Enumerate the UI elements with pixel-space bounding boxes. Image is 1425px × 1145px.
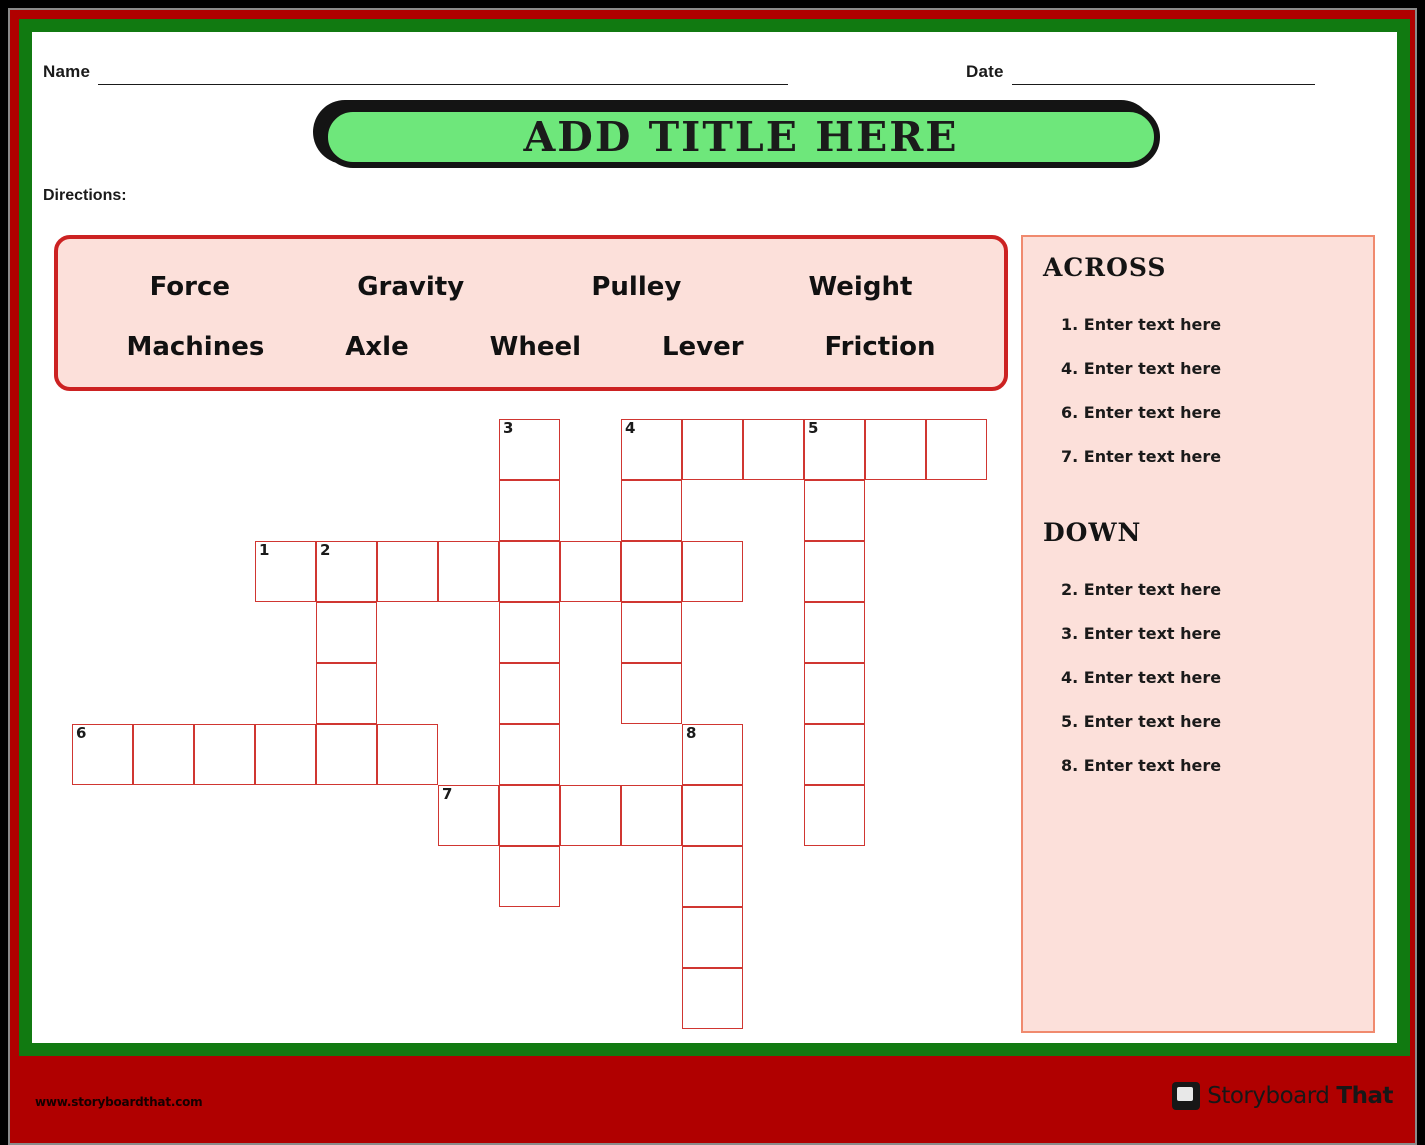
crossword-cell[interactable] bbox=[499, 541, 560, 602]
word-bank-word: Friction bbox=[824, 332, 936, 362]
name-label: Name bbox=[43, 62, 91, 81]
crossword-cell[interactable] bbox=[499, 602, 560, 663]
crossword-cell[interactable] bbox=[377, 541, 438, 602]
word-bank-word: Gravity bbox=[357, 272, 465, 302]
word-bank-word: Machines bbox=[126, 332, 265, 362]
crossword-cell[interactable] bbox=[621, 419, 682, 480]
crossword-cell[interactable] bbox=[621, 785, 682, 846]
clues-panel: ACROSS 1. Enter text here 4. Enter text … bbox=[1021, 235, 1375, 1033]
crossword-cell[interactable] bbox=[499, 419, 560, 480]
crossword-cell[interactable] bbox=[804, 663, 865, 724]
crossword-cell[interactable] bbox=[255, 541, 316, 602]
down-clue-2[interactable]: 2. Enter text here bbox=[1061, 555, 1353, 599]
down-clue-8[interactable]: 8. Enter text here bbox=[1061, 731, 1353, 775]
across-clue-1[interactable]: 1. Enter text here bbox=[1061, 290, 1353, 334]
title-banner-wrap[interactable]: ADD TITLE HERE bbox=[313, 100, 1161, 170]
down-clue-5[interactable]: 5. Enter text here bbox=[1061, 687, 1353, 731]
logo-text-that: That bbox=[1336, 1083, 1393, 1109]
down-clue-4[interactable]: 4. Enter text here bbox=[1061, 643, 1353, 687]
word-bank-word: Axle bbox=[345, 332, 409, 362]
logo-text-storyboard: Storyboard bbox=[1207, 1083, 1330, 1109]
crossword-cell[interactable] bbox=[438, 785, 499, 846]
crossword-cell[interactable] bbox=[804, 724, 865, 785]
directions-label: Directions: bbox=[43, 187, 127, 204]
date-input-rule[interactable] bbox=[1012, 84, 1315, 85]
name-input-rule[interactable] bbox=[98, 84, 788, 85]
word-bank: Force Gravity Pulley Weight Machines Axl… bbox=[54, 235, 1008, 391]
across-heading: ACROSS bbox=[1043, 253, 1167, 282]
word-bank-row-2: Machines Axle Wheel Lever Friction bbox=[86, 317, 976, 377]
word-bank-word: Lever bbox=[661, 332, 744, 362]
crossword-cell[interactable] bbox=[682, 968, 743, 1029]
crossword-cell[interactable] bbox=[743, 419, 804, 480]
title-banner[interactable]: ADD TITLE HERE bbox=[322, 106, 1160, 168]
down-clue-3[interactable]: 3. Enter text here bbox=[1061, 599, 1353, 643]
word-bank-word: Pulley bbox=[591, 272, 682, 302]
word-bank-word: Wheel bbox=[489, 332, 582, 362]
across-clue-7[interactable]: 7. Enter text here bbox=[1061, 422, 1353, 466]
crossword-cell[interactable] bbox=[865, 419, 926, 480]
footer-bar: www.storyboardthat.com Storyboard That bbox=[10, 1055, 1415, 1143]
crossword-cell[interactable] bbox=[499, 663, 560, 724]
crossword-cell[interactable] bbox=[621, 541, 682, 602]
crossword-cell[interactable] bbox=[804, 785, 865, 846]
crossword-cell[interactable] bbox=[682, 846, 743, 907]
crossword-cell[interactable] bbox=[926, 419, 987, 480]
crossword-cell[interactable] bbox=[682, 419, 743, 480]
word-bank-word: Weight bbox=[808, 272, 913, 302]
crossword-cell[interactable] bbox=[72, 724, 133, 785]
crossword-cell[interactable] bbox=[560, 785, 621, 846]
crossword-cell[interactable] bbox=[255, 724, 316, 785]
crossword-cell[interactable] bbox=[560, 541, 621, 602]
storyboardthat-logo[interactable]: Storyboard That bbox=[1172, 1082, 1393, 1110]
crossword-cell[interactable] bbox=[804, 602, 865, 663]
worksheet-sheet: Name Date ADD TITLE HERE Directions: For… bbox=[32, 32, 1397, 1043]
page-title: ADD TITLE HERE bbox=[523, 113, 959, 161]
crossword-cell[interactable] bbox=[499, 846, 560, 907]
crossword-cell[interactable] bbox=[621, 480, 682, 541]
crossword-cell[interactable] bbox=[133, 724, 194, 785]
crossword-cell[interactable] bbox=[804, 541, 865, 602]
name-date-row: Name Date bbox=[32, 54, 1397, 88]
crossword-cell[interactable] bbox=[804, 480, 865, 541]
crossword-cell[interactable] bbox=[499, 785, 560, 846]
crossword-cell[interactable] bbox=[682, 724, 743, 785]
crossword-cell[interactable] bbox=[377, 724, 438, 785]
word-bank-word: Force bbox=[149, 272, 231, 302]
worksheet-page: Name Date ADD TITLE HERE Directions: For… bbox=[8, 8, 1417, 1145]
crossword-cell[interactable] bbox=[316, 663, 377, 724]
down-heading: DOWN bbox=[1043, 518, 1142, 547]
speech-bubble-icon bbox=[1172, 1082, 1201, 1110]
crossword-cell[interactable] bbox=[621, 602, 682, 663]
crossword-cell[interactable] bbox=[499, 480, 560, 541]
date-label: Date bbox=[966, 62, 1004, 81]
word-bank-row-1: Force Gravity Pulley Weight bbox=[86, 257, 976, 317]
crossword-cell[interactable] bbox=[194, 724, 255, 785]
across-clue-4[interactable]: 4. Enter text here bbox=[1061, 334, 1353, 378]
crossword-cell[interactable] bbox=[621, 663, 682, 724]
across-clue-6[interactable]: 6. Enter text here bbox=[1061, 378, 1353, 422]
crossword-cell[interactable] bbox=[316, 541, 377, 602]
crossword-cell[interactable] bbox=[682, 785, 743, 846]
crossword-cell[interactable] bbox=[804, 419, 865, 480]
crossword-cell[interactable] bbox=[499, 724, 560, 785]
crossword-cell[interactable] bbox=[438, 541, 499, 602]
crossword-cell[interactable] bbox=[316, 724, 377, 785]
crossword-grid[interactable]: 34512687 bbox=[72, 419, 1012, 1039]
crossword-cell[interactable] bbox=[682, 907, 743, 968]
crossword-cell[interactable] bbox=[316, 602, 377, 663]
crossword-cell[interactable] bbox=[682, 541, 743, 602]
footer-website-url[interactable]: www.storyboardthat.com bbox=[35, 1095, 203, 1109]
